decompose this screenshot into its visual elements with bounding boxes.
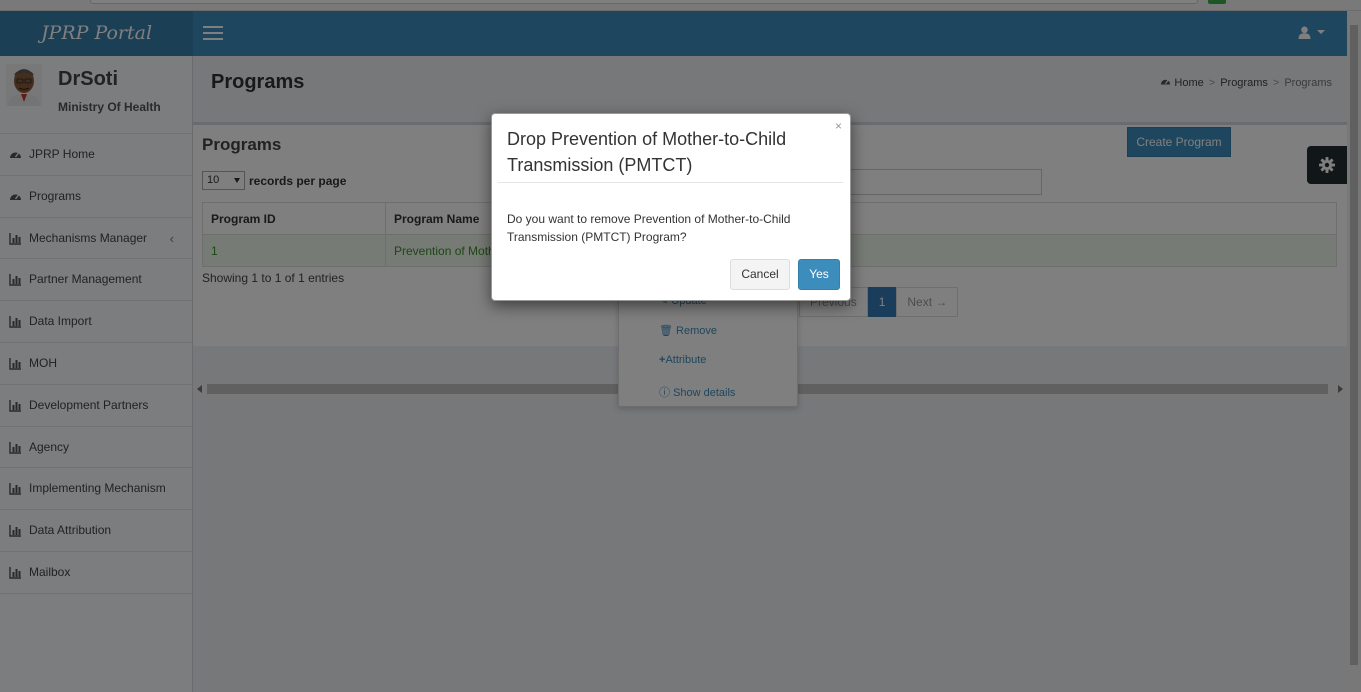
dialog-title: Drop Prevention of Mother-to-Child Trans… xyxy=(507,129,787,175)
cancel-button[interactable]: Cancel xyxy=(730,259,790,290)
yes-button[interactable]: Yes xyxy=(798,259,840,290)
dialog-message: Do you want to remove Prevention of Moth… xyxy=(507,212,791,244)
modal-backdrop[interactable] xyxy=(0,0,1361,692)
confirm-dialog: Drop Prevention of Mother-to-Child Trans… xyxy=(491,113,851,301)
close-icon[interactable]: × xyxy=(835,119,842,133)
dialog-divider xyxy=(498,182,843,183)
